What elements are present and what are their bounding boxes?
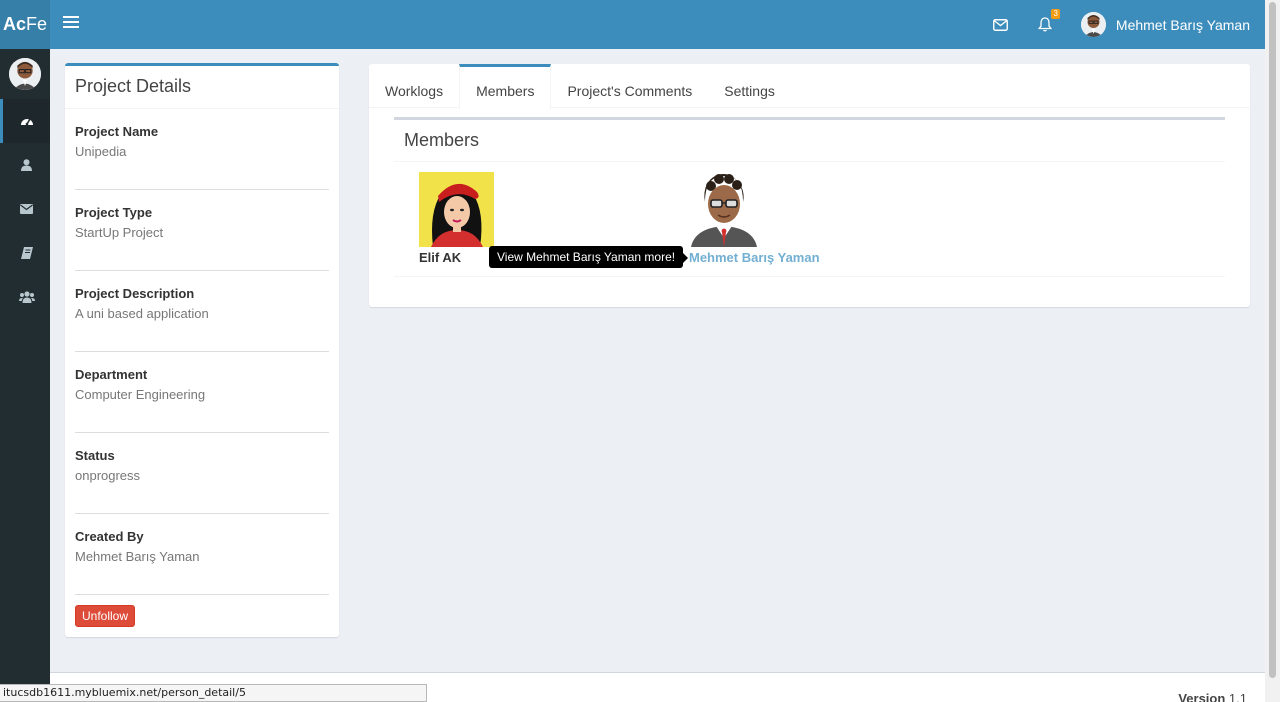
book-icon — [20, 247, 33, 259]
user-menu[interactable]: Mehmet Barış Yaman — [1080, 12, 1250, 37]
project-details-box: Project Details Project Name Unipedia Pr… — [65, 63, 339, 637]
version-info: Version 1.1 — [1178, 691, 1247, 702]
tab-settings[interactable]: Settings — [708, 64, 791, 107]
tab-project-comments[interactable]: Project's Comments — [551, 64, 708, 107]
detail-label: Created By — [75, 529, 144, 544]
user-icon — [21, 159, 32, 171]
top-navbar: AcFe 3 Mehmet Barış Yaman — [0, 0, 1265, 49]
navbar-right: 3 Mehmet Barış Yaman — [979, 0, 1250, 49]
envelope-icon — [993, 18, 1009, 31]
sidebar — [0, 49, 50, 702]
member-name-link[interactable]: Mehmet Barış Yaman — [689, 250, 820, 266]
tab-members[interactable]: Members — [459, 64, 552, 109]
app-logo[interactable]: AcFe — [0, 0, 50, 49]
avatar — [1080, 12, 1106, 37]
member-name: Elif AK — [419, 250, 462, 265]
detail-label: Project Description — [75, 286, 195, 301]
unfollow-button[interactable]: Unfollow — [75, 605, 136, 627]
bell-icon — [1037, 17, 1052, 32]
detail-department: Department Computer Engineering — [75, 352, 329, 433]
sidebar-avatar[interactable] — [9, 58, 41, 90]
member-tooltip: View Mehmet Barış Yaman more! — [489, 246, 689, 268]
tab-worklogs[interactable]: Worklogs — [369, 64, 459, 107]
sidebar-item-team[interactable] — [0, 275, 50, 319]
scrollbar[interactable] — [1265, 0, 1280, 702]
project-tabs-box: Worklogs Members Project's Comments Sett… — [369, 64, 1250, 307]
member-avatar[interactable] — [687, 172, 762, 247]
detail-label: Department — [75, 367, 148, 382]
detail-project-description: Project Description A uni based applicat… — [75, 271, 329, 352]
member-card[interactable]: Mehmet Barış Yaman — [687, 172, 820, 266]
notifications-button[interactable]: 3 — [1023, 0, 1067, 49]
detail-label: Project Type — [75, 205, 153, 220]
box-header: Project Details — [65, 66, 339, 109]
version-label: Version — [1178, 691, 1226, 702]
version-number: 1.1 — [1228, 691, 1247, 702]
detail-value: Mehmet Barış Yaman — [75, 549, 200, 564]
detail-label: Status — [75, 448, 115, 463]
detail-label: Project Name — [75, 124, 159, 139]
detail-value: Unipedia — [75, 144, 127, 159]
page-title: Project Details — [75, 76, 192, 96]
detail-project-name: Project Name Unipedia — [75, 109, 329, 190]
logo-bold: Ac — [2, 14, 26, 34]
detail-value: onprogress — [75, 468, 141, 483]
detail-status: Status onprogress — [75, 433, 329, 514]
member-card[interactable]: Elif AK — [419, 172, 494, 266]
sidebar-item-messages[interactable] — [0, 187, 50, 231]
detail-project-type: Project Type StartUp Project — [75, 190, 329, 271]
status-url-bar: itucsdb1611.mybluemix.net/person_detail/… — [0, 684, 427, 702]
detail-value: StartUp Project — [75, 225, 164, 240]
sidebar-item-projects[interactable] — [0, 231, 50, 275]
messages-button[interactable] — [979, 0, 1023, 49]
logo-light: Fe — [26, 14, 48, 34]
detail-value: A uni based application — [75, 306, 209, 321]
user-name: Mehmet Barış Yaman — [1115, 16, 1250, 33]
envelope-icon — [20, 204, 33, 214]
dashboard-icon — [20, 118, 33, 126]
detail-value: Computer Engineering — [75, 387, 206, 402]
sidebar-toggle-icon[interactable] — [63, 16, 79, 30]
sidebar-item-dashboard[interactable] — [0, 99, 50, 143]
sidebar-item-profile[interactable] — [0, 143, 50, 187]
member-avatar[interactable] — [419, 172, 494, 247]
users-icon — [18, 291, 35, 303]
tab-bar: Worklogs Members Project's Comments Sett… — [369, 64, 1250, 109]
scroll-thumb[interactable] — [1269, 2, 1276, 678]
detail-created-by: Created By Mehmet Barış Yaman — [75, 514, 329, 595]
notification-badge: 3 — [1051, 9, 1060, 19]
members-title: Members — [394, 120, 1225, 162]
